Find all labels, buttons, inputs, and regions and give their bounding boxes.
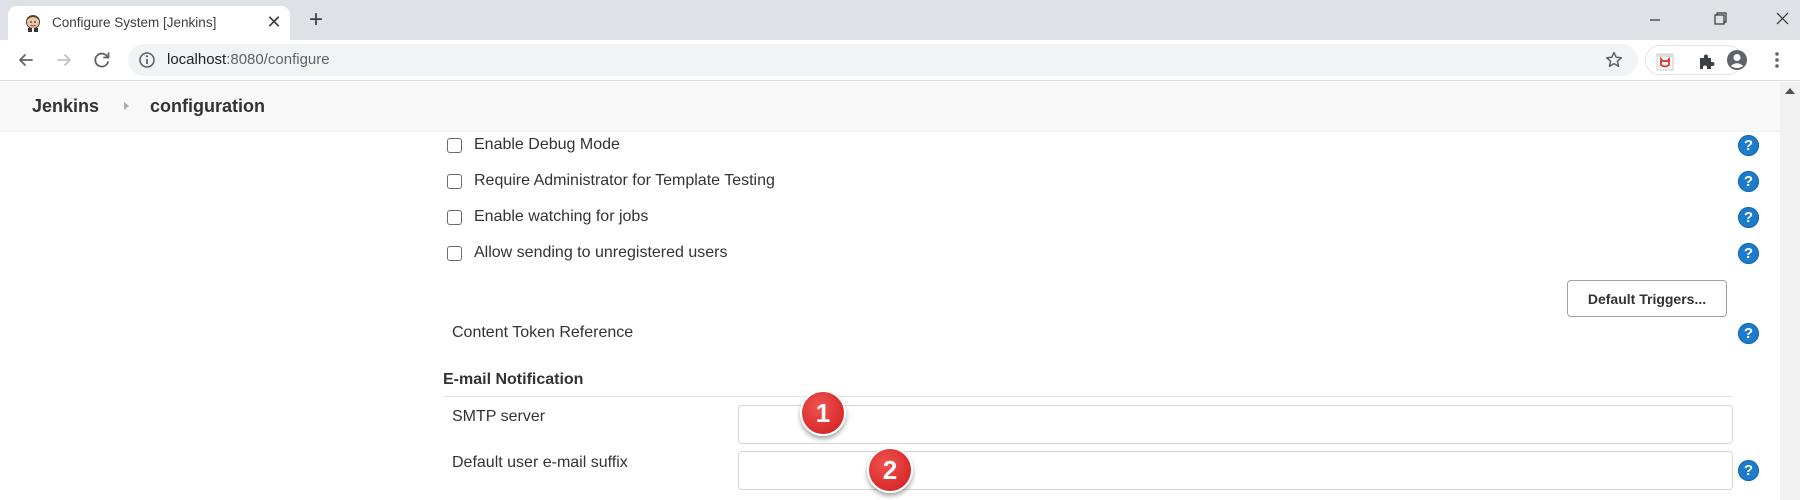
page-scrollbar[interactable] — [1780, 82, 1800, 500]
kebab-menu-icon[interactable] — [1770, 49, 1784, 71]
option-enable-watching-jobs: Enable watching for jobs — [0, 203, 1780, 233]
reload-icon[interactable] — [88, 46, 116, 74]
breadcrumb-jenkins[interactable]: Jenkins — [32, 96, 99, 117]
require-admin-template-testing-checkbox[interactable] — [447, 174, 462, 189]
url-host: localhost — [167, 51, 227, 68]
allow-unregistered-users-label[interactable]: Allow sending to unregistered users — [474, 244, 727, 262]
email-suffix-label: Default user e-mail suffix — [452, 454, 628, 471]
puzzle-icon[interactable] — [1696, 52, 1716, 72]
section-divider — [443, 396, 1733, 397]
callout-badge-1: 1 — [800, 390, 846, 436]
info-icon[interactable] — [138, 51, 156, 69]
address-bar[interactable]: localhost:8080/configure — [128, 44, 1638, 76]
enable-debug-mode-label[interactable]: Enable Debug Mode — [474, 136, 620, 154]
help-icon[interactable]: ? — [1738, 207, 1759, 228]
enable-watching-jobs-checkbox[interactable] — [447, 210, 462, 225]
help-icon[interactable]: ? — [1738, 135, 1759, 156]
tab-close-icon[interactable]: ✕ — [264, 12, 284, 32]
breadcrumb: Jenkins configuration — [0, 82, 1780, 132]
breadcrumb-separator-icon — [124, 102, 129, 110]
smtp-server-input[interactable] — [738, 405, 1733, 444]
forward-arrow-icon[interactable] — [50, 46, 78, 74]
allow-unregistered-users-checkbox[interactable] — [447, 246, 462, 261]
tab-title: Configure System [Jenkins] — [52, 15, 217, 30]
scroll-up-arrow-icon[interactable] — [1785, 88, 1795, 94]
enable-watching-jobs-label[interactable]: Enable watching for jobs — [474, 208, 648, 226]
jenkins-page: Jenkins configuration Enable Debug Mode … — [0, 82, 1780, 500]
help-icon[interactable]: ? — [1738, 243, 1759, 264]
restore-icon[interactable] — [1705, 5, 1735, 33]
browser-toolbar: localhost:8080/configure — [0, 40, 1800, 81]
content-token-reference-label: Content Token Reference — [452, 324, 634, 341]
callout-badge-2: 2 — [867, 447, 913, 493]
jenkins-butler-icon — [26, 15, 40, 32]
require-admin-template-testing-label[interactable]: Require Administrator for Template Testi… — [474, 172, 775, 190]
minimize-icon[interactable] — [1640, 5, 1670, 33]
option-require-admin-template-testing: Require Administrator for Template Testi… — [0, 167, 1780, 197]
default-triggers-button[interactable]: Default Triggers... — [1567, 280, 1727, 317]
breadcrumb-configuration[interactable]: configuration — [150, 96, 265, 117]
new-tab-button[interactable]: + — [302, 7, 330, 35]
url-text[interactable]: localhost:8080/configure — [167, 51, 330, 68]
option-allow-unregistered-users: Allow sending to unregistered users — [0, 239, 1780, 269]
extension-icon[interactable] — [1655, 52, 1675, 72]
option-enable-debug-mode: Enable Debug Mode — [0, 131, 1780, 161]
enable-debug-mode-checkbox[interactable] — [447, 138, 462, 153]
help-icon[interactable]: ? — [1738, 460, 1759, 481]
email-notification-header: E-mail Notification — [443, 371, 584, 388]
browser-tabstrip: Configure System [Jenkins] ✕ + — [0, 0, 1800, 40]
profile-icon[interactable] — [1726, 49, 1748, 71]
smtp-server-label: SMTP server — [452, 408, 546, 425]
star-icon[interactable] — [1604, 50, 1624, 70]
url-path: :8080/configure — [226, 51, 330, 68]
help-icon[interactable]: ? — [1738, 323, 1759, 344]
back-arrow-icon[interactable] — [12, 46, 40, 74]
browser-tab-active[interactable]: Configure System [Jenkins] ✕ — [8, 6, 290, 40]
help-icon[interactable]: ? — [1738, 171, 1759, 192]
window-close-icon[interactable] — [1768, 5, 1798, 33]
